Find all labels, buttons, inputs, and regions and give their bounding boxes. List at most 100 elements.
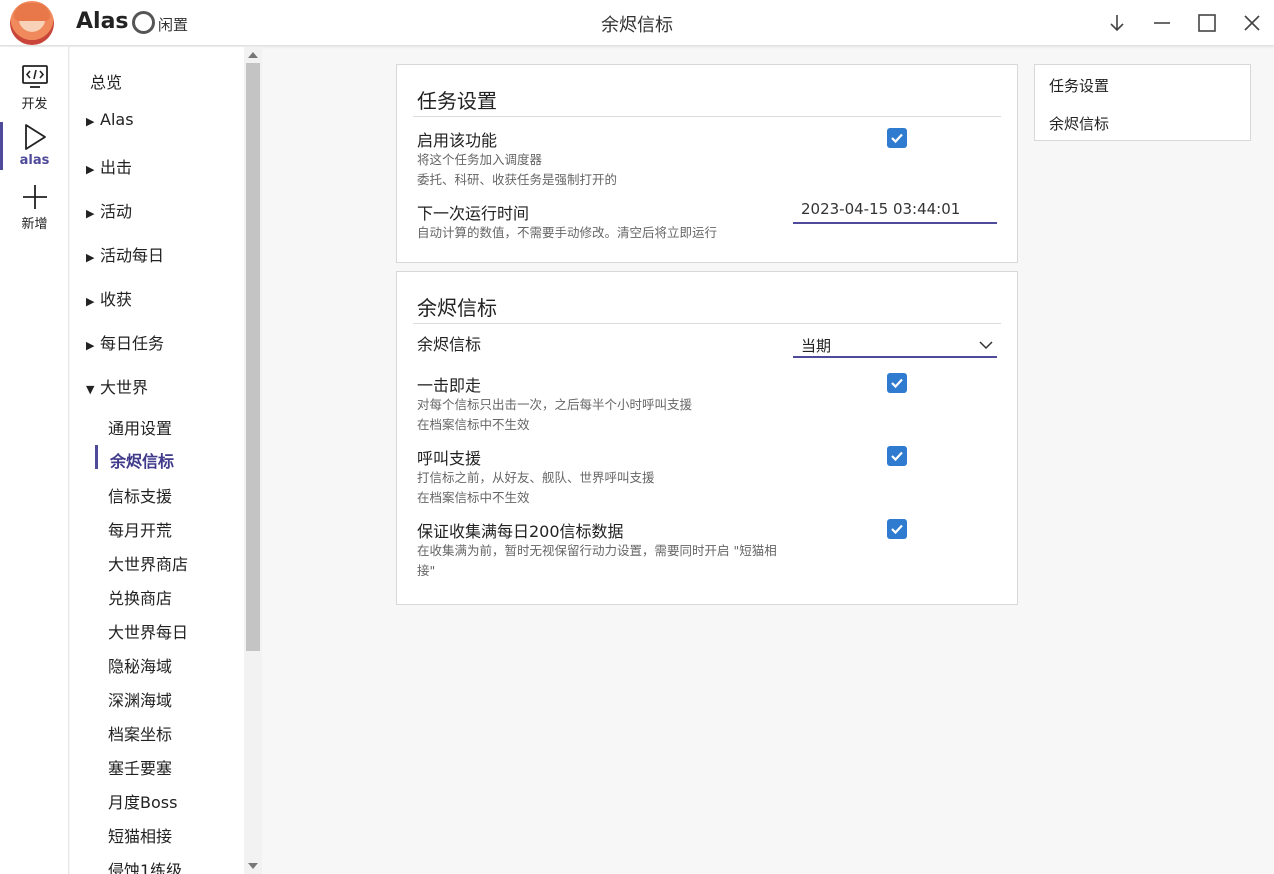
minimize-button[interactable] (1147, 8, 1177, 38)
sidebar-group-reward[interactable]: ▶ 收获 (86, 286, 132, 310)
divider (413, 323, 1001, 324)
expand-arrow-icon: ▶ (86, 163, 95, 176)
expand-arrow-icon: ▶ (86, 295, 95, 308)
daily-200-checkbox[interactable] (887, 519, 907, 539)
group-label: 活动 (100, 202, 133, 221)
group-label: 出击 (100, 158, 133, 177)
option-help: 将这个任务加入调度器 委托、科研、收获任务是强制打开的 (417, 150, 787, 190)
group-label: 每日任务 (100, 334, 165, 353)
avatar (10, 1, 54, 45)
sidebar-group-opsi[interactable]: ▼ 大世界 (86, 374, 148, 398)
sidebar-group-event[interactable]: ▶ 活动 (86, 198, 132, 222)
toc-item[interactable]: 任务设置 (1049, 75, 1109, 96)
ember-beacon-card: 余烬信标 余烬信标 当期 一击即走 对每个信标只出击一次，之后每半个小时呼叫支援… (396, 271, 1018, 605)
iconbar-label: 新增 (21, 217, 48, 232)
download-button[interactable] (1102, 8, 1132, 38)
group-label: 活动每日 (100, 246, 165, 265)
help-line: 对每个信标只出击一次，之后每半个小时呼叫支援 (417, 397, 693, 412)
sidebar-subitem[interactable]: 每月开荒 (108, 517, 172, 541)
collapse-arrow-icon: ▼ (86, 383, 95, 396)
sidebar-subitem[interactable]: 月度Boss (108, 789, 177, 813)
sidebar-group-daily-task[interactable]: ▶ 每日任务 (86, 330, 164, 354)
group-label: Alas (100, 110, 134, 129)
scroll-thumb[interactable] (246, 63, 260, 651)
scroll-up-icon[interactable] (248, 52, 258, 58)
icon-bar: 开发 alas 新增 (0, 47, 69, 874)
option-title: 启用该功能 (417, 131, 498, 150)
table-of-contents: 任务设置 余烬信标 (1034, 64, 1251, 141)
sidebar-subitem[interactable]: 档案坐标 (108, 721, 172, 745)
chevron-down-icon (979, 341, 993, 350)
option-title: 一击即走 (417, 376, 482, 395)
check-icon (891, 451, 903, 462)
option-title: 余烬信标 (417, 335, 482, 354)
play-icon (24, 124, 46, 150)
sidebar-subitem[interactable]: 通用设置 (108, 415, 172, 439)
sidebar-subitem[interactable]: 塞壬要塞 (108, 755, 172, 779)
option-title: 呼叫支援 (417, 449, 482, 468)
expand-arrow-icon: ▶ (86, 115, 95, 128)
card-title: 余烬信标 (417, 296, 497, 320)
iconbar-label: 开发 (21, 97, 48, 112)
iconbar-item-add[interactable]: 新增 (0, 177, 69, 237)
sidebar-group-event-daily[interactable]: ▶ 活动每日 (86, 242, 164, 266)
app-name: Alas (76, 9, 129, 34)
call-support-checkbox[interactable] (887, 446, 907, 466)
sidebar-item-overview[interactable]: 总览 (90, 69, 122, 93)
sidebar-subitem[interactable]: 侵蚀1练级 (108, 857, 182, 874)
option-help: 对每个信标只出击一次，之后每半个小时呼叫支援 在档案信标中不生效 (417, 395, 787, 435)
minimize-icon (1154, 22, 1170, 24)
sidebar-scrollbar[interactable] (244, 47, 262, 874)
status-text: 闲置 (158, 16, 189, 34)
expand-arrow-icon: ▶ (86, 207, 95, 220)
sidebar-group-alas[interactable]: ▶ Alas (86, 110, 134, 129)
group-label: 大世界 (100, 378, 149, 397)
help-line: 在档案信标中不生效 (417, 490, 530, 505)
option-help: 打信标之前，从好友、舰队、世界呼叫支援 在档案信标中不生效 (417, 468, 787, 508)
enable-checkbox[interactable] (887, 128, 907, 148)
sidebar-subitem[interactable]: 信标支援 (108, 483, 172, 507)
window-title: 余烬信标 (601, 15, 673, 36)
help-line: 将这个任务加入调度器 (417, 152, 543, 167)
next-run-input[interactable]: 2023-04-15 03:44:01 (793, 196, 997, 224)
help-line: 委托、科研、收获任务是强制打开的 (417, 172, 618, 187)
sidebar-subitem[interactable]: 兑换商店 (108, 585, 172, 609)
sidebar: 总览 ▶ Alas ▶ 出击 ▶ 活动 ▶ 活动每日 ▶ 收获 ▶ 每日任务 ▼ 大世界 通用… (70, 47, 262, 874)
close-icon (1244, 15, 1260, 31)
sidebar-group-sortie[interactable]: ▶ 出击 (86, 154, 132, 178)
close-button[interactable] (1237, 8, 1267, 38)
task-settings-card: 任务设置 启用该功能 将这个任务加入调度器 委托、科研、收获任务是强制打开的 下… (396, 64, 1018, 263)
card-title: 任务设置 (417, 89, 497, 113)
download-icon (1110, 15, 1124, 32)
sidebar-subitem-active[interactable]: 余烬信标 (110, 448, 174, 472)
expand-arrow-icon: ▶ (86, 251, 95, 264)
iconbar-item-dev[interactable]: 开发 (0, 57, 69, 117)
toc-item[interactable]: 余烬信标 (1049, 113, 1109, 134)
plus-icon (22, 185, 47, 209)
check-icon (891, 524, 903, 535)
iconbar-label: alas (19, 153, 50, 168)
maximize-icon (1198, 14, 1216, 32)
one-hit-checkbox[interactable] (887, 373, 907, 393)
title-bar: Alas 闲置 余烬信标 (0, 0, 1274, 46)
sidebar-subitem[interactable]: 大世界商店 (108, 551, 188, 575)
check-icon (891, 378, 903, 389)
beacon-select[interactable]: 当期 (793, 330, 997, 358)
option-title: 下一次运行时间 (417, 204, 530, 223)
active-indicator (95, 445, 98, 469)
scroll-down-icon[interactable] (248, 863, 258, 869)
maximize-button[interactable] (1192, 8, 1222, 38)
option-title: 保证收集满每日200信标数据 (417, 522, 624, 541)
help-line: 在档案信标中不生效 (417, 417, 530, 432)
status-idle-icon (132, 11, 155, 34)
group-label: 收获 (100, 290, 133, 309)
sidebar-subitem[interactable]: 大世界每日 (108, 619, 188, 643)
sidebar-subitem[interactable]: 隐秘海域 (108, 653, 172, 677)
divider (413, 116, 1001, 117)
sidebar-subitem[interactable]: 深渊海域 (108, 687, 172, 711)
sidebar-subitem[interactable]: 短猫相接 (108, 823, 172, 847)
expand-arrow-icon: ▶ (86, 339, 95, 352)
option-help: 自动计算的数值，不需要手动修改。清空后将立即运行 (417, 225, 718, 240)
dev-icon (21, 65, 48, 88)
iconbar-item-alas[interactable]: alas (0, 117, 69, 177)
